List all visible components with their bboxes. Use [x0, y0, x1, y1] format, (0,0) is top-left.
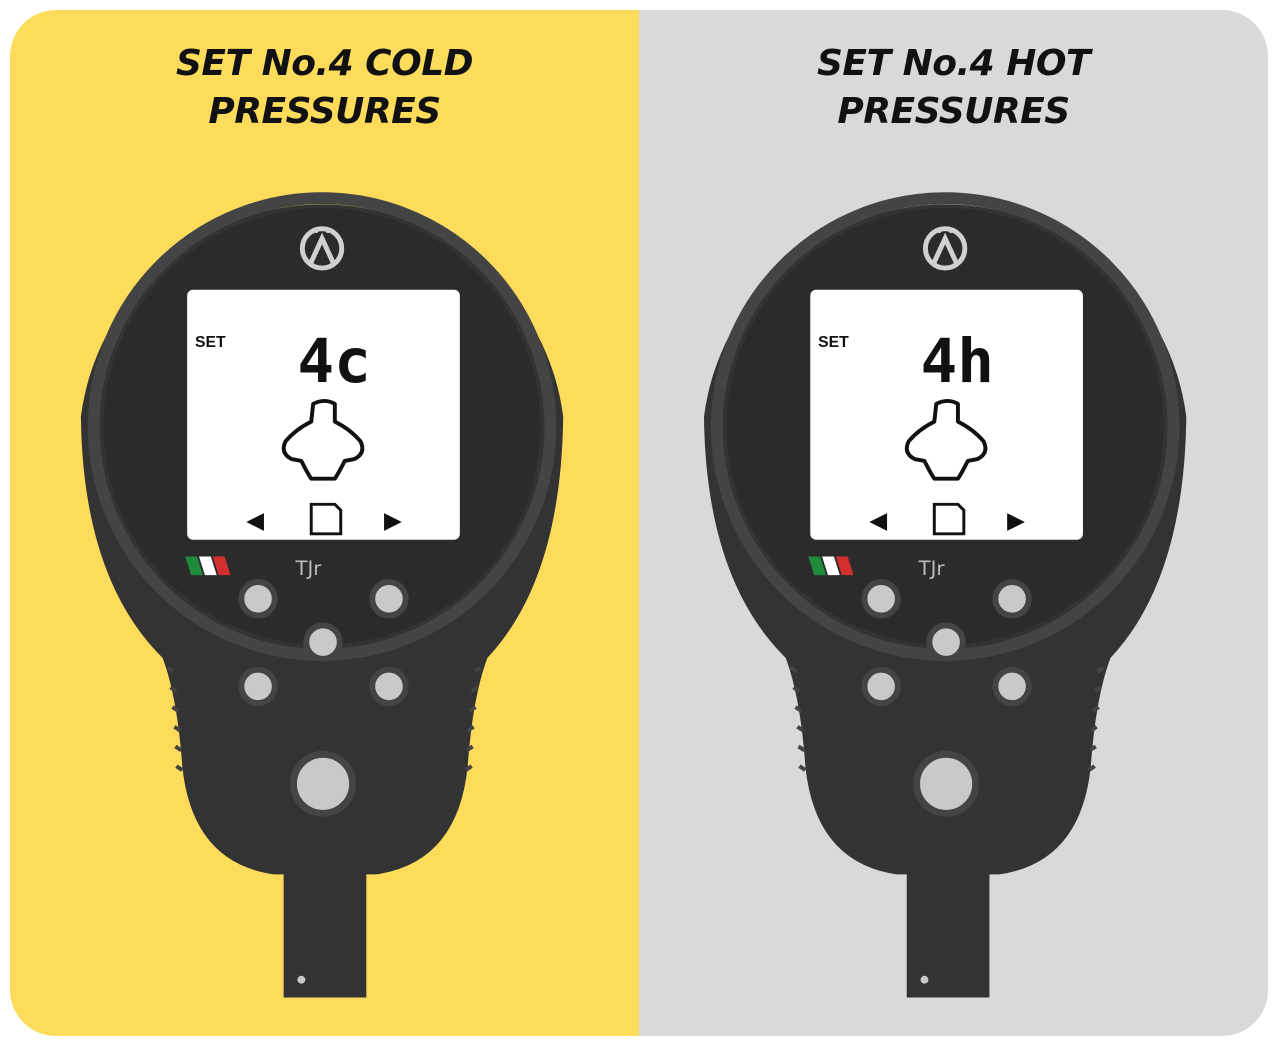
button-bottom-right[interactable]	[992, 666, 1032, 707]
italian-flag-icon	[185, 556, 231, 576]
tjr-logo: TJr	[918, 557, 946, 580]
comparison-frame: SET No.4 COLD PRESSURES SET 4c TJr SET N…	[10, 10, 1268, 1036]
screen-set-label: SET	[195, 334, 226, 351]
screen-segment-value: 4h	[921, 326, 994, 397]
button-center[interactable]	[303, 622, 343, 662]
cold-panel: SET No.4 COLD PRESSURES SET 4c TJr	[10, 10, 639, 1036]
button-bottom-right[interactable]	[369, 666, 409, 707]
button-bottom-left[interactable]	[238, 666, 278, 707]
hot-panel: SET No.4 HOT PRESSURES SET 4h TJr	[639, 10, 1268, 1036]
button-center[interactable]	[926, 622, 966, 662]
screen-set-label: SET	[818, 334, 849, 351]
button-bottom-left[interactable]	[861, 666, 901, 707]
tyre-gauge-device: SET 4c TJr	[80, 192, 564, 998]
tyre-gauge-device: SET 4h TJr	[703, 192, 1187, 998]
button-top-left[interactable]	[861, 579, 901, 619]
lanyard-hole	[920, 975, 929, 984]
button-main[interactable]	[290, 750, 356, 817]
italian-flag-icon	[808, 556, 854, 576]
button-top-right[interactable]	[369, 579, 409, 619]
button-top-right[interactable]	[992, 579, 1032, 619]
screen-segment-value: 4c	[297, 326, 370, 397]
lanyard-hole	[297, 975, 306, 984]
tjr-logo: TJr	[294, 557, 322, 580]
button-main[interactable]	[913, 750, 980, 817]
button-top-left[interactable]	[238, 579, 278, 619]
